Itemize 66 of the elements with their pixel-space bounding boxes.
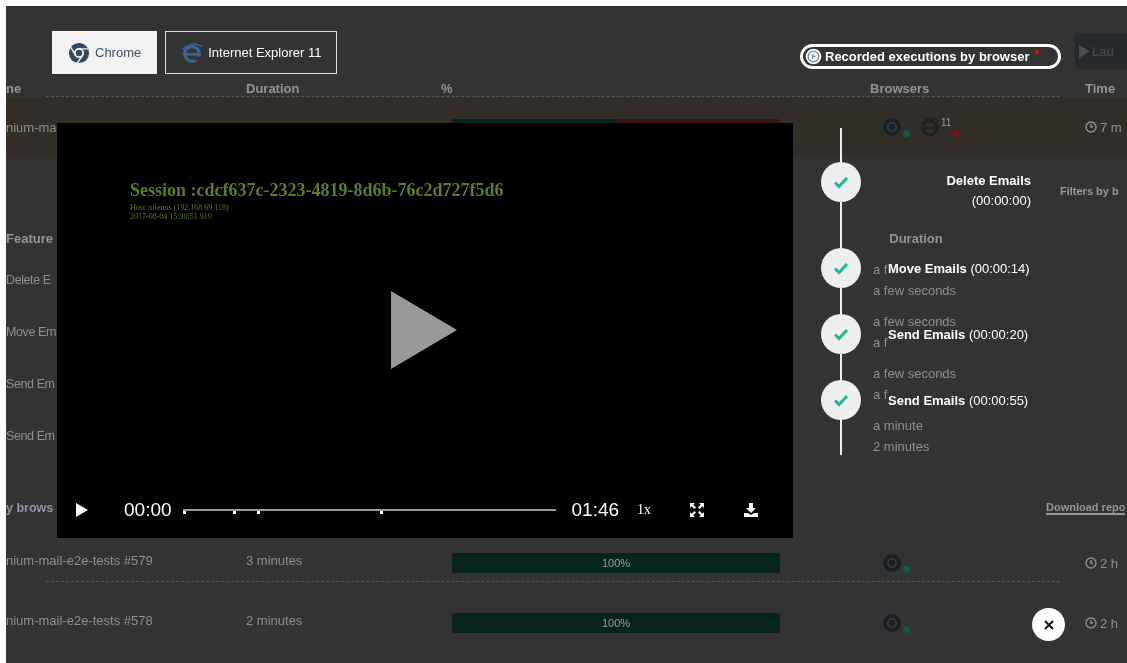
close-icon xyxy=(1043,619,1054,630)
feature-duration: a few seconds xyxy=(873,282,957,300)
run-time: 2 h xyxy=(1100,555,1119,571)
total-time: 01:46 xyxy=(571,499,620,521)
column-header: Browsers xyxy=(869,80,931,96)
run-time: 2 h xyxy=(1100,615,1119,631)
video-player[interactable]: Session :cdcf637c-2323-4819-8d6b-76c2d727f5d6 Host :silenus (192.168.69.118) 2017-08-04 15:30:51.919 00:00 01:46 1x xyxy=(57,123,793,538)
column-header: ne xyxy=(6,80,23,96)
run-duration: 3 minutes xyxy=(246,553,304,570)
clock-icon xyxy=(1085,121,1097,133)
browser-version: 11 xyxy=(941,117,952,128)
column-header: Duration xyxy=(246,80,301,96)
column-header: % xyxy=(441,80,454,96)
download-icon[interactable] xyxy=(743,502,760,518)
run-time: 7 m xyxy=(1100,119,1122,135)
feature-name: Send Em xyxy=(6,429,55,443)
fullscreen-icon[interactable] xyxy=(689,502,706,518)
browser-tab[interactable]: Internet Explorer 11 xyxy=(165,31,338,74)
speed-button[interactable]: 1x xyxy=(637,502,652,518)
ie-icon xyxy=(920,117,940,137)
download-report-link[interactable]: Download repo xyxy=(1046,500,1126,515)
clock-icon xyxy=(1085,557,1097,569)
step-label[interactable]: Send Emails (00:00:55) xyxy=(888,392,1029,408)
check-icon xyxy=(833,326,849,342)
feature-duration: a few seconds xyxy=(873,365,957,383)
recorded-executions-toggle[interactable]: Recorded executions by browser xyxy=(800,44,1061,69)
session-title: Session :cdcf637c-2323-4819-8d6b-76c2d727f5d6 xyxy=(130,180,504,201)
feature-name: Send Em xyxy=(6,377,55,391)
play-icon xyxy=(1079,44,1090,58)
feature-duration: 2 minutes xyxy=(873,438,930,456)
feature-duration: a minute xyxy=(873,417,923,435)
current-time: 00:00 xyxy=(124,499,172,521)
chrome-icon xyxy=(882,553,902,573)
column-header: Feature xyxy=(6,230,53,246)
feature-name: Move Em xyxy=(6,325,56,339)
ie-icon xyxy=(181,41,204,64)
bar-label: 100% xyxy=(601,557,631,569)
chrome-icon xyxy=(68,41,90,64)
run-name: nium-ma xyxy=(6,119,58,135)
play-circle-icon xyxy=(805,48,822,65)
run-name: nium-mail-e2e-tests #579 xyxy=(6,553,154,570)
section-title: y brows xyxy=(6,500,55,515)
chrome-icon xyxy=(882,117,902,137)
play-icon[interactable] xyxy=(76,503,88,517)
step-name[interactable]: Delete Emails xyxy=(946,171,1031,191)
filters-label: Filters by b xyxy=(1060,185,1119,197)
check-icon xyxy=(833,392,849,408)
step-label[interactable]: Move Emails (00:00:14) xyxy=(888,260,1030,276)
chrome-icon xyxy=(882,613,902,633)
check-icon xyxy=(833,174,849,190)
column-header: Time xyxy=(1084,80,1117,96)
feature-name: Delete E xyxy=(6,273,51,287)
feature-duration: a f xyxy=(873,386,888,402)
clock-icon xyxy=(1085,617,1097,629)
step-time: (00:00:00) xyxy=(971,192,1031,210)
feature-duration: a f xyxy=(873,335,888,352)
feature-duration: a f xyxy=(873,261,888,279)
browser-tab[interactable]: Chrome xyxy=(52,31,158,74)
run-duration: 2 minutes xyxy=(246,613,304,630)
run-name: nium-mail-e2e-tests #578 xyxy=(6,613,154,630)
host-text: Host :silenus (192.168.69.118) xyxy=(130,203,230,212)
timestamp-text: 2017-08-04 15:30:51.919 xyxy=(130,212,213,221)
play-icon[interactable] xyxy=(391,291,457,369)
column-header: Duration xyxy=(888,230,944,246)
bar-label: 100% xyxy=(601,617,631,629)
check-icon xyxy=(833,260,849,276)
